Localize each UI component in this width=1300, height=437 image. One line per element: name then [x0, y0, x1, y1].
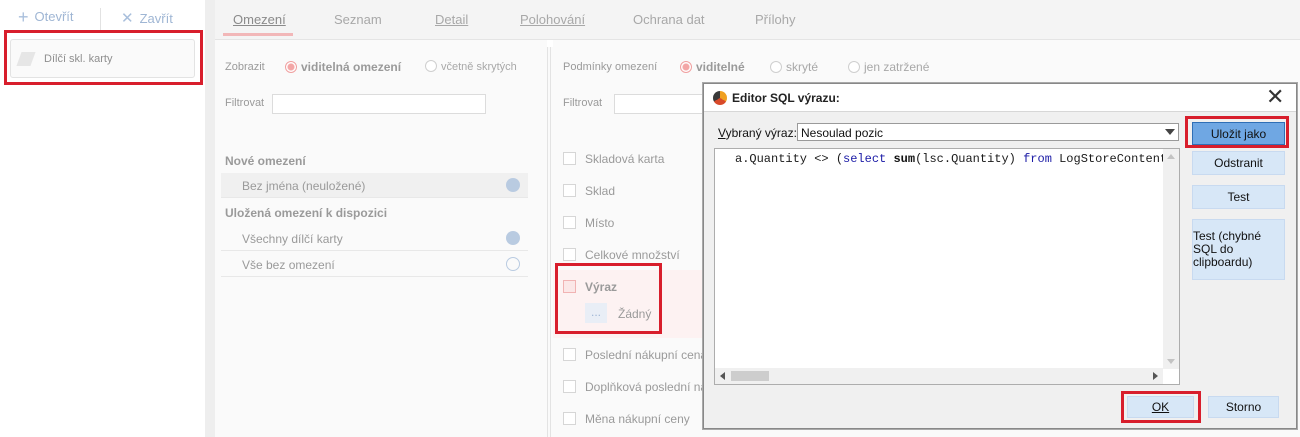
tab-prilohy[interactable]: Přílohy — [755, 12, 795, 27]
dialog-titlebar: Editor SQL výrazu: ✕ — [704, 84, 1296, 112]
tab-ochrana-dat[interactable]: Ochrana dat — [633, 12, 705, 27]
active-tab-indicator — [223, 33, 293, 36]
radio-visible-conditions[interactable]: viditelné — [680, 60, 745, 74]
conditions-filter-input[interactable] — [614, 94, 704, 114]
close-x-icon: ✕ — [121, 10, 134, 27]
user-icon — [506, 231, 520, 245]
checkbox[interactable] — [563, 412, 576, 425]
radio-dot — [285, 61, 297, 73]
filter-pane: Zobrazit viditelná omezení včetně skrytý… — [215, 40, 547, 437]
checkbox[interactable] — [563, 248, 576, 261]
horizontal-scrollbar[interactable] — [715, 368, 1163, 384]
list-item[interactable]: Vše bez omezení — [221, 252, 528, 277]
radio-include-hidden[interactable]: včetně skrytých — [425, 60, 517, 73]
radio-hidden-conditions[interactable]: skryté — [770, 60, 818, 74]
radio-visible[interactable]: viditelná omezení — [285, 60, 401, 74]
tab-bar: Omezení Seznam Detail Polohování Ochrana… — [215, 0, 1300, 40]
radio-dot — [425, 60, 437, 72]
vertical-scrollbar[interactable] — [1163, 149, 1179, 369]
tab-omezeni[interactable]: Omezení — [233, 12, 286, 27]
selected-expression-label: Vybraný výraz: — [718, 126, 797, 140]
user-icon — [506, 178, 520, 192]
show-label: Zobrazit — [225, 61, 265, 73]
new-restriction-title: Nové omezení — [225, 154, 306, 168]
selected-expression-dropdown[interactable]: Nesoulad pozic — [797, 123, 1179, 141]
radio-dot — [680, 61, 692, 73]
tab-polohovani[interactable]: Polohování — [520, 12, 585, 27]
checkbox[interactable] — [563, 380, 576, 393]
plus-icon: + — [18, 6, 29, 27]
test-button[interactable]: Test — [1192, 185, 1285, 209]
app-logo-icon — [713, 91, 727, 105]
sql-code: a.Quantity <> (select sum(lsc.Quantity) … — [735, 152, 1175, 166]
dialog-title: Editor SQL výrazu: — [732, 91, 840, 105]
radio-dot — [770, 61, 782, 73]
panel-gutter — [205, 0, 215, 437]
close-icon[interactable]: ✕ — [1266, 86, 1284, 108]
highlight-frame — [1185, 116, 1289, 148]
radio-dot — [848, 61, 860, 73]
checkbox[interactable] — [563, 184, 576, 197]
scroll-right-icon[interactable] — [1153, 372, 1158, 380]
scroll-thumb[interactable] — [731, 371, 769, 381]
cancel-button[interactable]: Storno — [1208, 396, 1279, 418]
open-button[interactable]: + Otevřít — [18, 6, 74, 27]
scroll-left-icon[interactable] — [720, 372, 725, 380]
scroll-down-icon[interactable] — [1167, 359, 1175, 364]
chevron-down-icon — [1165, 129, 1175, 135]
filter-input[interactable] — [272, 94, 486, 114]
sql-code-editor[interactable]: a.Quantity <> (select sum(lsc.Quantity) … — [714, 148, 1180, 385]
selected-expression-label-rest: ybraný výraz: — [725, 126, 797, 140]
globe-icon — [506, 257, 520, 271]
test-to-clipboard-button[interactable]: Test (chybné SQL do clipboardu) — [1192, 219, 1285, 280]
tab-seznam[interactable]: Seznam — [334, 12, 382, 27]
checkbox[interactable] — [563, 348, 576, 361]
filter-label: Filtrovat — [225, 97, 265, 109]
toolbar-divider — [100, 8, 101, 30]
remove-button[interactable]: Odstranit — [1192, 151, 1285, 175]
list-item[interactable]: Bez jména (neuložené) — [221, 173, 528, 198]
scroll-up-icon[interactable] — [1167, 154, 1175, 159]
checkbox[interactable] — [563, 152, 576, 165]
filter-label: Filtrovat — [563, 97, 603, 109]
highlight-frame — [555, 263, 662, 334]
list-item[interactable]: Všechny dílčí karty — [221, 226, 528, 251]
checkbox[interactable] — [563, 216, 576, 229]
conditions-label: Podmínky omezení — [563, 61, 658, 73]
highlight-frame — [1121, 391, 1201, 423]
highlight-frame — [4, 30, 203, 85]
close-button[interactable]: ✕ Zavřít — [121, 9, 173, 27]
radio-checked-only[interactable]: jen zatržené — [848, 60, 929, 74]
saved-restrictions-title: Uložená omezení k dispozici — [225, 206, 388, 220]
tab-detail[interactable]: Detail — [435, 12, 468, 27]
